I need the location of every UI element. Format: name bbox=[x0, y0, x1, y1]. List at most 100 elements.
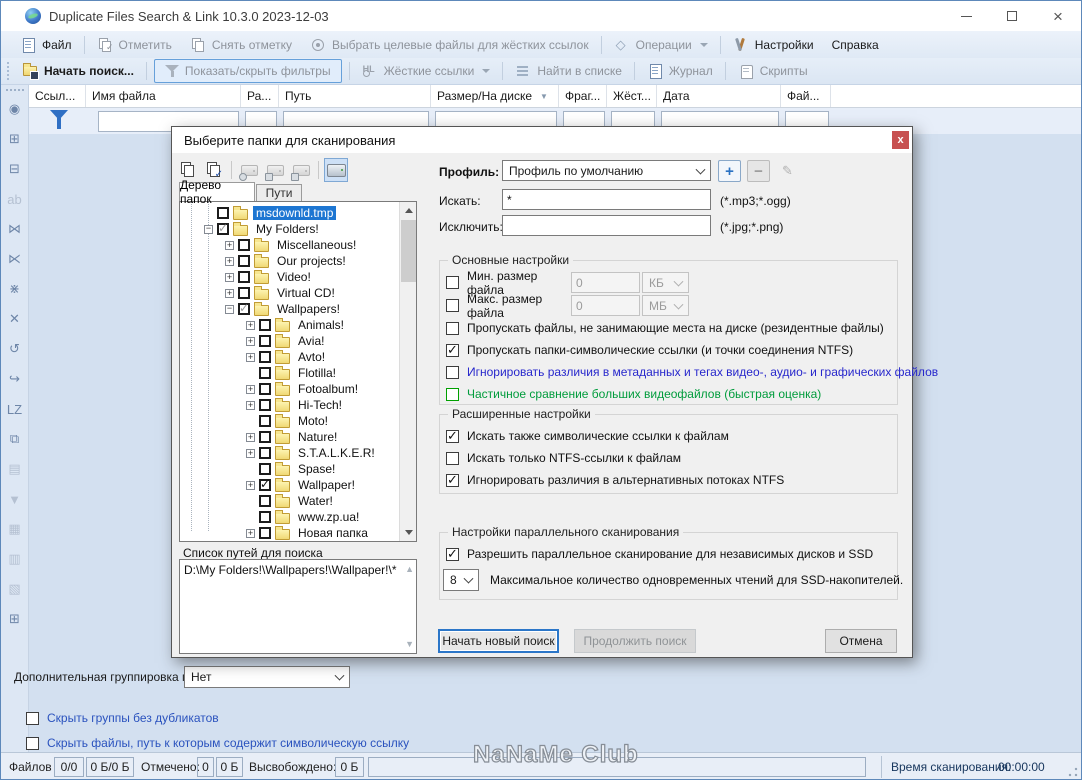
expander-icon[interactable] bbox=[246, 480, 255, 490]
hide-symlink-files-checkbox[interactable]: Скрыть файлы, путь к которым содержит си… bbox=[26, 736, 409, 750]
symlink-folder-icon[interactable]: ⋉ bbox=[5, 249, 25, 269]
tree-checkbox[interactable] bbox=[259, 477, 271, 491]
tree-checkbox[interactable] bbox=[238, 271, 250, 283]
grouping-select[interactable]: Нет bbox=[184, 666, 350, 688]
tree-item[interactable]: Moto! bbox=[180, 413, 401, 429]
scripts-button[interactable]: Скрипты bbox=[729, 59, 817, 83]
local-drives-icon[interactable] bbox=[324, 158, 348, 182]
tree-item[interactable]: Animals! bbox=[180, 317, 401, 333]
usb-drives-icon[interactable] bbox=[289, 158, 313, 182]
tree-item[interactable]: Новая папка bbox=[180, 525, 401, 541]
checkbox[interactable] bbox=[446, 546, 459, 562]
preview-eye-icon[interactable]: ◉ bbox=[5, 99, 25, 119]
tree-checkbox[interactable] bbox=[259, 463, 271, 475]
expander-icon[interactable] bbox=[246, 448, 255, 458]
max-size-checkbox[interactable] bbox=[446, 299, 459, 312]
tree-item[interactable]: Spase! bbox=[180, 461, 401, 477]
toolbar-grip[interactable] bbox=[5, 89, 24, 91]
media-strip-icon[interactable]: ▦ bbox=[5, 519, 25, 539]
expander-icon[interactable] bbox=[246, 528, 255, 538]
network-drives-icon[interactable] bbox=[263, 158, 287, 182]
profile-select[interactable]: Профиль по умолчанию bbox=[502, 160, 711, 181]
checkbox[interactable] bbox=[446, 342, 459, 358]
find-in-list-button[interactable]: Найти в списке bbox=[506, 59, 631, 83]
option-checkbox-row[interactable]: Пропускать папки-символические ссылки (и… bbox=[446, 339, 897, 361]
tab-paths[interactable]: Пути bbox=[256, 184, 302, 201]
copy-list-icon[interactable]: ⧉ bbox=[5, 429, 25, 449]
column-header[interactable]: Дата bbox=[657, 85, 781, 107]
continue-search-button[interactable]: Продолжить поиск bbox=[574, 629, 696, 653]
expander-icon[interactable] bbox=[225, 288, 234, 298]
resize-grip[interactable] bbox=[1068, 767, 1078, 777]
checkbox[interactable] bbox=[446, 365, 459, 379]
close-button[interactable]: × bbox=[1035, 1, 1081, 31]
menu-operations[interactable]: Операции bbox=[605, 33, 717, 57]
tree-checkbox[interactable] bbox=[259, 511, 271, 523]
tree-checkbox[interactable] bbox=[217, 207, 229, 219]
tree-item[interactable]: Video! bbox=[180, 269, 401, 285]
tree-checkbox[interactable] bbox=[259, 431, 271, 443]
checkbox[interactable] bbox=[446, 451, 459, 465]
menu-unmark[interactable]: Снять отметку bbox=[181, 33, 301, 57]
link-break-icon[interactable]: ⋇ bbox=[5, 279, 25, 299]
menu-mark[interactable]: ✓ Отметить bbox=[88, 33, 181, 57]
expander-icon[interactable] bbox=[225, 256, 234, 266]
checkbox[interactable] bbox=[446, 321, 459, 335]
filter-funnel-icon[interactable] bbox=[49, 109, 69, 131]
tree-item[interactable]: Nature! bbox=[180, 429, 401, 445]
expander-icon[interactable] bbox=[225, 272, 234, 282]
search-mask-input[interactable] bbox=[502, 189, 711, 210]
tree-item[interactable]: Miscellaneous! bbox=[180, 237, 401, 253]
hide-groups-checkbox[interactable]: Скрыть группы без дубликатов bbox=[26, 711, 219, 725]
column-header[interactable]: Фраг... bbox=[559, 85, 607, 107]
profile-add-button[interactable]: + bbox=[718, 160, 741, 182]
expander-icon[interactable] bbox=[246, 336, 255, 346]
start-search-button[interactable]: Начать поиск... bbox=[13, 59, 143, 83]
lz-compress-icon[interactable]: LZ bbox=[5, 399, 25, 419]
tree-item[interactable]: Avto! bbox=[180, 349, 401, 365]
tree-item[interactable]: Flotilla! bbox=[180, 365, 401, 381]
tree-item[interactable]: Fotoalbum! bbox=[180, 381, 401, 397]
option-checkbox-row[interactable]: Искать только NTFS-ссылки к файлам bbox=[446, 447, 897, 469]
hard-links-button[interactable]: Жёсткие ссылки bbox=[353, 59, 500, 83]
paths-list[interactable]: D:\My Folders!\Wallpapers!\Wallpaper!\* … bbox=[179, 559, 417, 654]
option-checkbox-row[interactable]: Искать также символические ссылки к файл… bbox=[446, 425, 897, 447]
min-size-checkbox[interactable] bbox=[446, 276, 459, 289]
expander-icon[interactable] bbox=[246, 400, 255, 410]
toggle-filters-button[interactable]: Показать/скрыть фильтры bbox=[153, 59, 342, 83]
scrollbar-thumb[interactable] bbox=[401, 220, 416, 282]
tree-checkbox[interactable] bbox=[259, 495, 271, 507]
parallel-scan-checkbox-row[interactable]: Разрешить параллельное сканирование для … bbox=[446, 543, 897, 565]
tree-checkbox[interactable] bbox=[217, 221, 229, 235]
expander-icon[interactable] bbox=[204, 224, 213, 234]
dialog-close-button[interactable] bbox=[892, 131, 909, 149]
start-new-search-button[interactable]: Начать новый поиск bbox=[438, 629, 559, 653]
tab-folder-tree[interactable]: Дерево папок bbox=[179, 178, 255, 206]
checkbox[interactable] bbox=[446, 428, 459, 444]
tree-item[interactable]: Water! bbox=[180, 493, 401, 509]
tree-checkbox[interactable] bbox=[259, 415, 271, 427]
checkbox[interactable] bbox=[446, 387, 459, 401]
max-size-input[interactable] bbox=[571, 295, 640, 316]
expander-icon[interactable] bbox=[246, 352, 255, 362]
journal-button[interactable]: Журнал bbox=[638, 59, 722, 83]
cancel-button[interactable]: Отмена bbox=[825, 629, 897, 653]
column-header[interactable]: Фай... bbox=[781, 85, 831, 107]
expander-icon[interactable] bbox=[225, 240, 234, 250]
dialog-title-bar[interactable]: Выберите папки для сканирования bbox=[172, 127, 912, 153]
option-checkbox-row[interactable]: Игнорировать различия в метаданных и тег… bbox=[446, 361, 938, 383]
tree-item[interactable]: My Folders! bbox=[180, 221, 401, 237]
profile-edit-button[interactable]: ✎ bbox=[776, 160, 799, 182]
scroll-down-icon[interactable]: ▼ bbox=[405, 639, 414, 649]
profile-remove-button[interactable]: − bbox=[747, 160, 770, 182]
tree-item[interactable]: S.T.A.L.K.E.R! bbox=[180, 445, 401, 461]
maximize-button[interactable] bbox=[989, 1, 1035, 31]
tree-checkbox[interactable] bbox=[259, 399, 271, 411]
tree-item[interactable]: Virtual CD! bbox=[180, 285, 401, 301]
menu-settings[interactable]: Настройки bbox=[724, 33, 823, 57]
column-header[interactable]: Ссыл... bbox=[29, 85, 86, 107]
scroll-up-icon[interactable]: ▲ bbox=[405, 564, 414, 574]
tree-item[interactable]: Hi-Tech! bbox=[180, 397, 401, 413]
menu-help[interactable]: Справка bbox=[823, 33, 888, 57]
compare-grid-icon[interactable]: ⊞ bbox=[5, 609, 25, 629]
